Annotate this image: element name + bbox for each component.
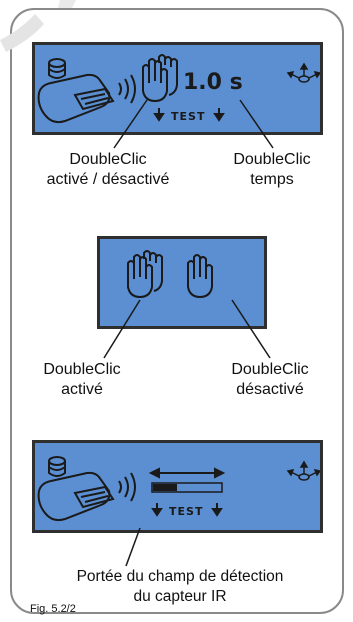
down-arrow-icon xyxy=(153,108,165,122)
ir-signal-icon xyxy=(118,472,136,502)
lcd-panel-doubleclick-settings: 1.0 s TEST xyxy=(32,42,323,135)
callout-line: DoubleClic xyxy=(233,151,311,168)
callout-doubleclick-disabled: DoubleClic désactivé xyxy=(210,360,330,400)
double-arrow-icon xyxy=(148,467,226,479)
callout-line: DoubleClic xyxy=(43,361,121,378)
down-arrow-icon xyxy=(211,503,223,517)
callout-line: activé xyxy=(61,381,103,398)
callout-doubleclick-toggle: DoubleClic activé / désactivé xyxy=(28,150,188,190)
move-arrows-icon xyxy=(286,62,320,83)
callout-doubleclick-time: DoubleClic temps xyxy=(212,150,332,190)
ir-signal-icon xyxy=(118,74,136,104)
lcd-panel-ir-range: TEST xyxy=(32,440,323,533)
callout-line: DoubleClic xyxy=(231,361,309,378)
single-hand-icon xyxy=(187,254,213,299)
callout-line: DoubleClic xyxy=(69,151,147,168)
test-label: TEST xyxy=(171,110,205,123)
figure-caption: Fig. 5.2/2 xyxy=(30,603,76,615)
lcd-panel-doubleclick-states xyxy=(97,236,267,329)
double-hand-icon xyxy=(142,54,178,103)
remote-control-icon xyxy=(37,456,115,522)
test-label: TEST xyxy=(169,505,203,518)
callout-line: temps xyxy=(250,171,294,188)
remote-control-icon xyxy=(37,58,115,124)
down-arrow-icon xyxy=(213,108,225,122)
callout-line: activé / désactivé xyxy=(46,171,170,188)
callout-line: désactivé xyxy=(236,381,304,398)
callout-doubleclick-enabled: DoubleClic activé xyxy=(22,360,142,400)
range-bar-fill xyxy=(153,484,177,491)
doubleclick-time-value: 1.0 s xyxy=(183,70,243,95)
double-hand-icon xyxy=(127,250,163,299)
range-bar-icon xyxy=(151,482,223,493)
down-arrow-icon xyxy=(151,503,163,517)
move-arrows-icon xyxy=(286,460,320,481)
callout-line: Portée du champ de détection xyxy=(76,568,284,585)
callout-ir-range: Portée du champ de détection du capteur … xyxy=(20,567,340,607)
